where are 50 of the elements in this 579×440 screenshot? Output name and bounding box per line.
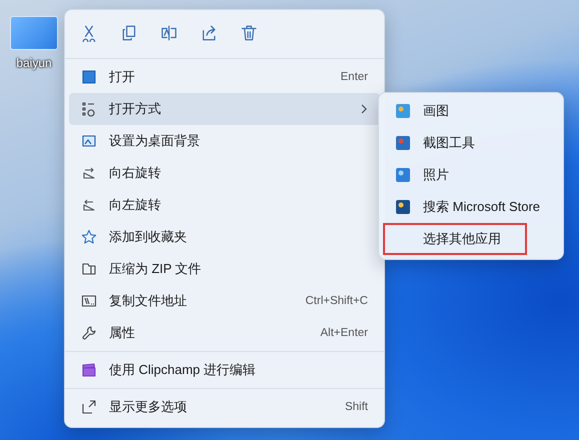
menu-item[interactable]: 使用 Clipchamp 进行编辑 <box>69 354 380 386</box>
menu-item-label: 打开 <box>109 68 136 86</box>
menu-item[interactable]: 向左旋转 <box>69 189 380 221</box>
rotate-left-icon <box>81 197 97 213</box>
menu-item[interactable]: 打开方式 <box>69 93 380 125</box>
submenu-item[interactable]: 截图工具 <box>383 127 559 159</box>
menu-item-label: 显示更多选项 <box>109 398 188 416</box>
menu-item[interactable]: 压缩为 ZIP 文件 <box>69 253 380 285</box>
submenu-item-label: 截图工具 <box>423 134 476 152</box>
menu-item-label: 使用 Clipchamp 进行编辑 <box>109 361 257 379</box>
submenu-item-label: 选择其他应用 <box>423 230 502 248</box>
menu-item-label: 打开方式 <box>109 100 162 118</box>
menu-item-label: 属性 <box>109 324 136 342</box>
star-icon <box>81 229 97 245</box>
submenu-item-label: 画图 <box>423 102 450 120</box>
shortcut-label: Ctrl+Shift+C <box>305 295 368 307</box>
menu-item-label: 压缩为 ZIP 文件 <box>109 260 202 278</box>
menu-item[interactable]: 添加到收藏夹 <box>69 221 380 253</box>
clapperboard-icon <box>81 362 97 378</box>
expand-icon <box>81 399 97 415</box>
menu-item-label: 添加到收藏夹 <box>109 228 188 246</box>
delete-icon <box>240 24 258 42</box>
cut-icon <box>80 24 98 42</box>
submenu-item-label: 搜索 Microsoft Store <box>423 198 542 216</box>
menu-item[interactable]: 属性 Alt+Enter <box>69 317 380 349</box>
share-icon <box>200 24 218 42</box>
menu-item-label: 向右旋转 <box>109 164 162 182</box>
submenu-item[interactable]: 画图 <box>383 95 559 127</box>
rotate-right-icon <box>81 165 97 181</box>
copy-icon <box>120 24 138 42</box>
submenu-item-label: 照片 <box>423 166 450 184</box>
wrench-icon <box>81 325 97 341</box>
shortcut-label: Enter <box>340 71 368 83</box>
menu-item-label: 复制文件地址 <box>109 292 188 310</box>
zip-folder-icon <box>81 261 97 277</box>
image-thumbnail[interactable] <box>10 16 58 50</box>
shortcut-label: Alt+Enter <box>320 327 368 339</box>
menu-item[interactable]: 向右旋转 <box>69 157 380 189</box>
submenu-item[interactable]: 选择其他应用 <box>383 223 527 255</box>
wallpaper-icon <box>81 133 97 149</box>
menu-item[interactable]: 显示更多选项 Shift <box>69 391 380 423</box>
menu-item[interactable]: 打开 Enter <box>69 61 380 93</box>
menu-item-label: 设置为桌面背景 <box>109 132 201 150</box>
menu-item[interactable]: 复制文件地址 Ctrl+Shift+C <box>69 285 380 317</box>
shortcut-label: Shift <box>344 401 368 413</box>
submenu-item[interactable]: 搜索 Microsoft Store <box>383 191 559 223</box>
menu-item[interactable]: 设置为桌面背景 <box>69 125 380 157</box>
rename-icon <box>160 24 178 42</box>
menu-item-label: 向左旋转 <box>109 196 162 214</box>
submenu-item[interactable]: 照片 <box>383 159 559 191</box>
